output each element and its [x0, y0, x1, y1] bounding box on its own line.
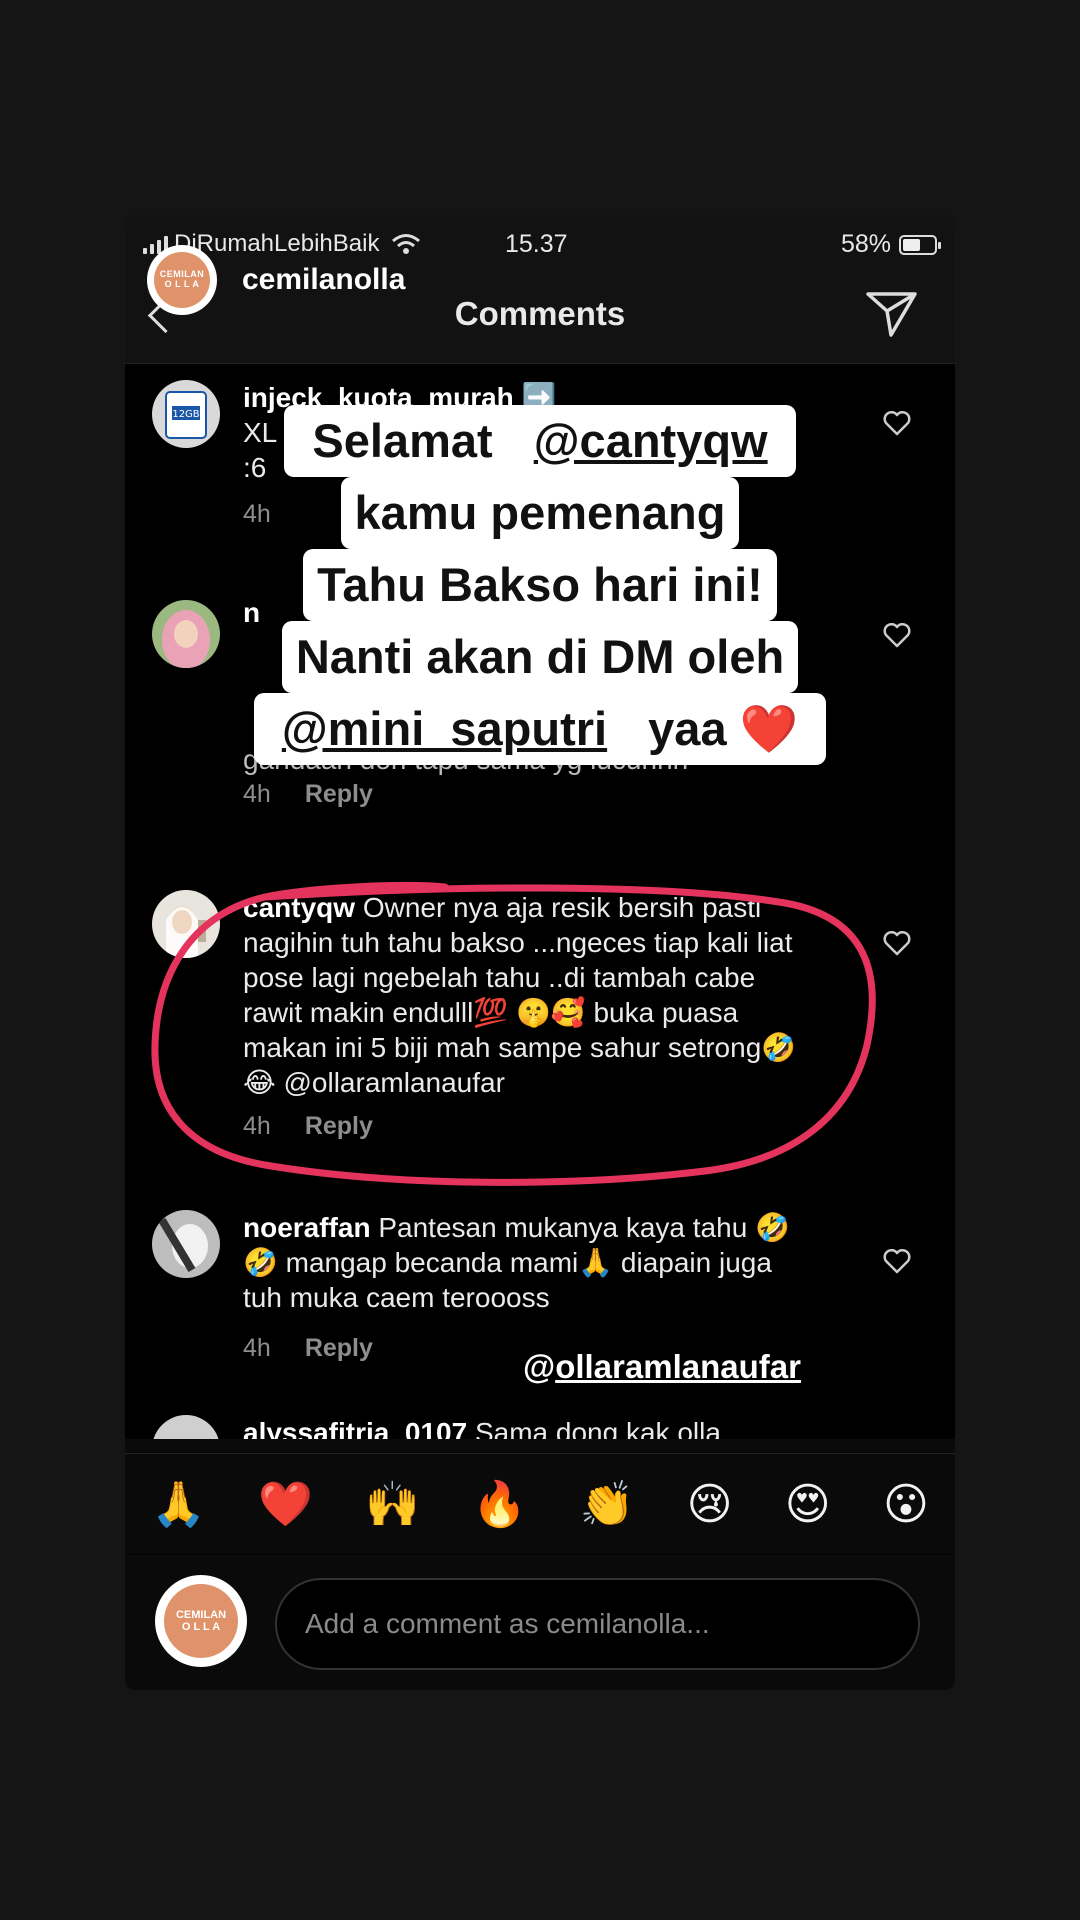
comment-meta: 4h Reply — [243, 780, 373, 808]
reply-button[interactable]: Reply — [305, 1112, 373, 1140]
comment-meta: 4h Reply — [243, 1334, 373, 1362]
status-battery: 58% — [840, 230, 941, 259]
emoji-reaction-bar: 🙏 ❤️ 🙌 🔥 👏 😢 😍 😮 — [125, 1453, 955, 1554]
comment-input[interactable] — [275, 1578, 920, 1670]
comment-composer: CEMILAN O L L A — [125, 1555, 955, 1690]
emoji-heart-eyes[interactable]: 😍 — [785, 1479, 831, 1530]
like-heart-icon[interactable] — [883, 930, 911, 956]
emoji-fire[interactable]: 🔥 — [472, 1478, 527, 1530]
page-title: Comments — [454, 295, 626, 332]
story-text-line: Tahu Bakso hari ini! — [125, 549, 955, 621]
avatar-image — [152, 1210, 220, 1278]
story-user-avatar: CEMILAN O L L A — [147, 245, 217, 315]
avatar-image — [152, 890, 220, 958]
like-heart-icon[interactable] — [883, 1248, 911, 1274]
story-text-line: @mini_saputri yaa ❤️ — [125, 693, 955, 765]
reply-button[interactable]: Reply — [305, 1334, 373, 1362]
composer-avatar: CEMILAN O L L A — [155, 1575, 247, 1667]
story-text-line: kamu pemenang — [125, 477, 955, 549]
emoji-red-heart[interactable]: ❤️ — [258, 1478, 313, 1530]
story-mention-tag[interactable]: @ollaramlanaufar — [523, 1348, 801, 1386]
comment-username[interactable]: noeraffan — [243, 1212, 371, 1243]
comment-username[interactable]: cantyqw — [243, 892, 355, 923]
avatar[interactable] — [152, 1210, 220, 1278]
emoji-clapping-hands[interactable]: 👏 — [580, 1478, 635, 1530]
battery-percent: 58% — [840, 230, 891, 258]
story-text-line: Selamat @cantyqw — [125, 405, 955, 477]
instagram-comments-screen: DiRumahLebihBaik 15.37 58% Comments CEMI… — [125, 215, 955, 1690]
scroll-edge — [125, 1439, 955, 1453]
reply-button[interactable]: Reply — [305, 780, 373, 808]
wifi-icon — [392, 234, 421, 254]
mention-link[interactable]: @mini_saputri — [267, 696, 622, 761]
status-time: 15.37 — [505, 230, 568, 258]
mention-link[interactable]: @cantyqw — [519, 408, 782, 473]
comment-meta: 4h Reply — [243, 1112, 373, 1140]
emoji-praying-hands[interactable]: 🙏 — [151, 1478, 206, 1530]
send-icon[interactable] — [865, 289, 919, 339]
emoji-crying-face[interactable]: 😢 — [687, 1479, 733, 1530]
emoji-raising-hands[interactable]: 🙌 — [365, 1478, 420, 1530]
story-text-line: Nanti akan di DM oleh — [125, 621, 955, 693]
emoji-surprised-face[interactable]: 😮 — [883, 1479, 929, 1530]
story-username: cemilanolla — [242, 263, 406, 296]
avatar[interactable] — [152, 890, 220, 958]
battery-icon — [899, 234, 941, 255]
